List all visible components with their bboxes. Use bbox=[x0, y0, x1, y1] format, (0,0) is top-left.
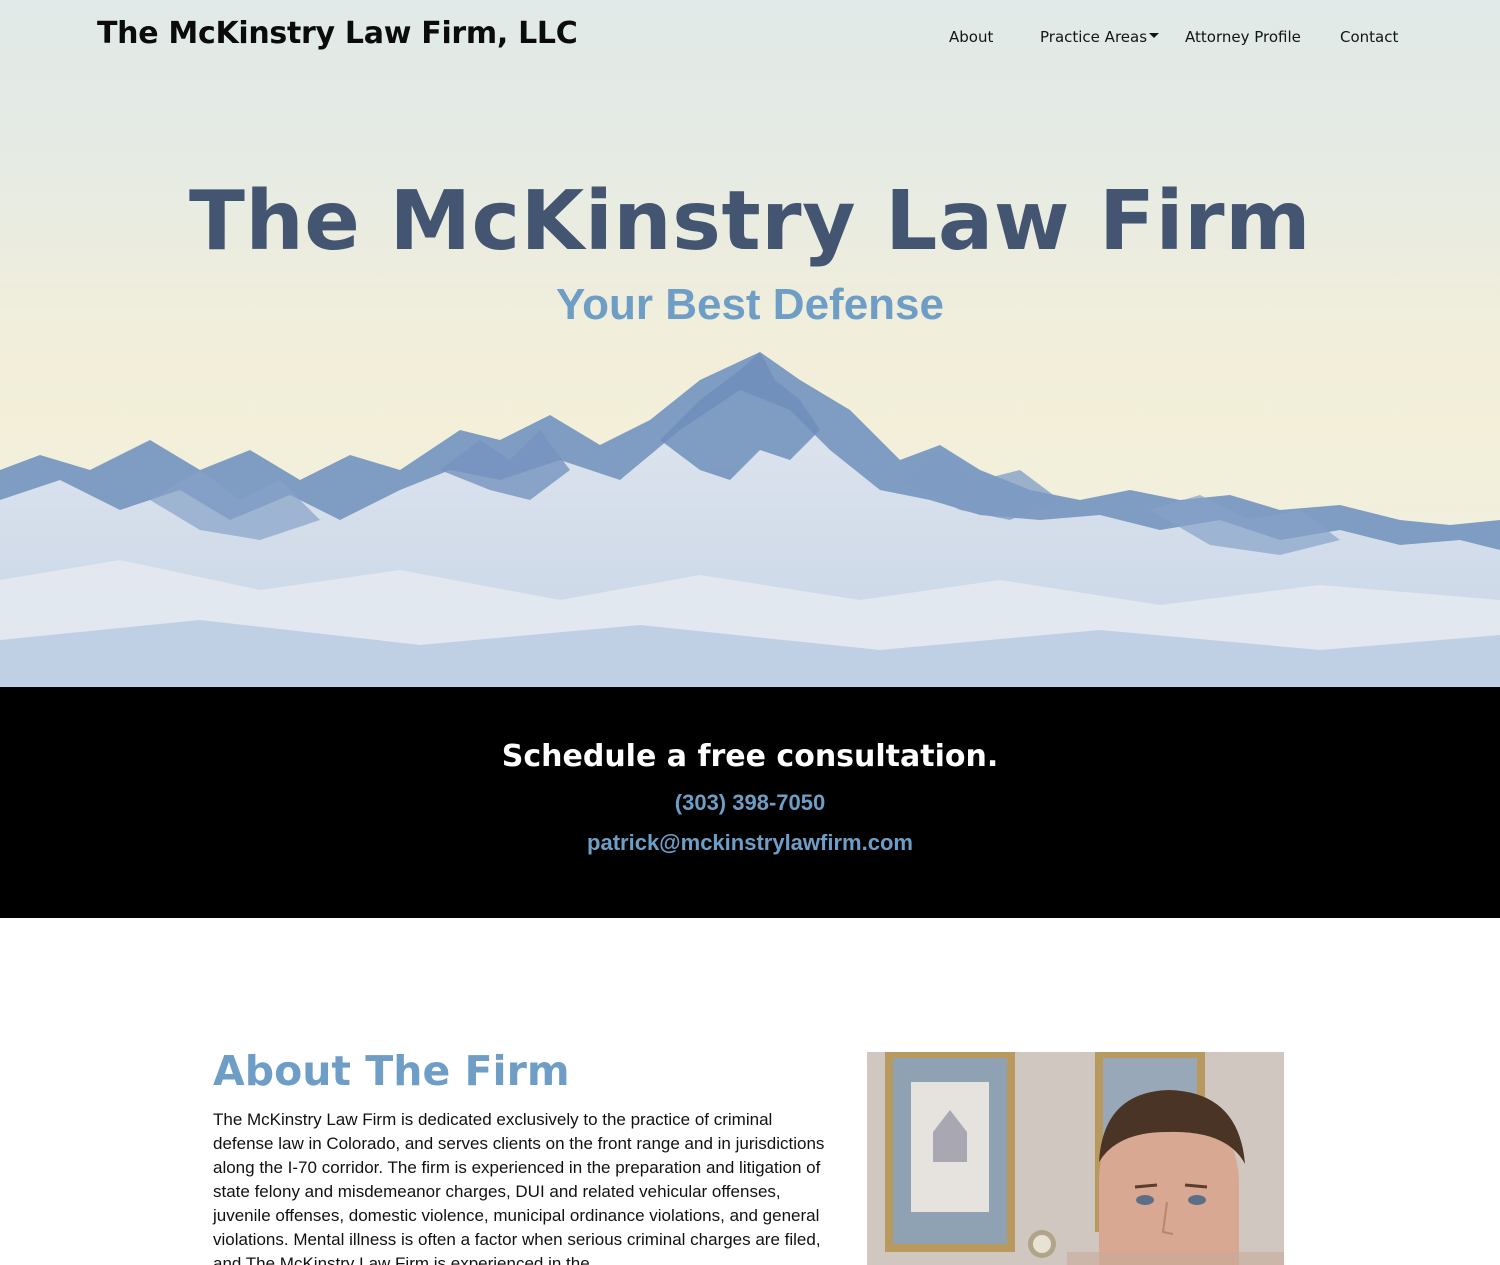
main-navigation: About Practice Areas Attorney Profile Co… bbox=[0, 28, 1500, 50]
nav-item-practice-areas[interactable]: Practice Areas bbox=[1040, 28, 1160, 46]
mountain-background-image bbox=[0, 352, 1500, 687]
caret-down-icon bbox=[1149, 33, 1160, 38]
phone-link[interactable]: (303) 398-7050 bbox=[675, 790, 825, 815]
about-body-text: The McKinstry Law Firm is dedicated excl… bbox=[213, 1110, 825, 1265]
consultation-banner: Schedule a free consultation. (303) 398-… bbox=[0, 687, 1500, 918]
nav-item-attorney-profile[interactable]: Attorney Profile bbox=[1185, 28, 1301, 46]
consultation-heading: Schedule a free consultation. bbox=[501, 739, 999, 774]
nav-item-contact[interactable]: Contact bbox=[1340, 28, 1398, 46]
hero-title: The McKinstry Law Firm bbox=[188, 174, 1312, 269]
nav-item-practice-areas-label: Practice Areas bbox=[1040, 28, 1148, 46]
hero-subtitle: Your Best Defense bbox=[556, 280, 944, 329]
attorney-portrait-image bbox=[867, 1052, 1284, 1265]
email-link[interactable]: patrick@mckinstrylawfirm.com bbox=[587, 830, 913, 855]
hero-section: The McKinstry Law Firm, LLC About Practi… bbox=[0, 0, 1500, 687]
about-heading: About The Firm bbox=[213, 1047, 570, 1095]
nav-item-about[interactable]: About bbox=[949, 28, 993, 46]
